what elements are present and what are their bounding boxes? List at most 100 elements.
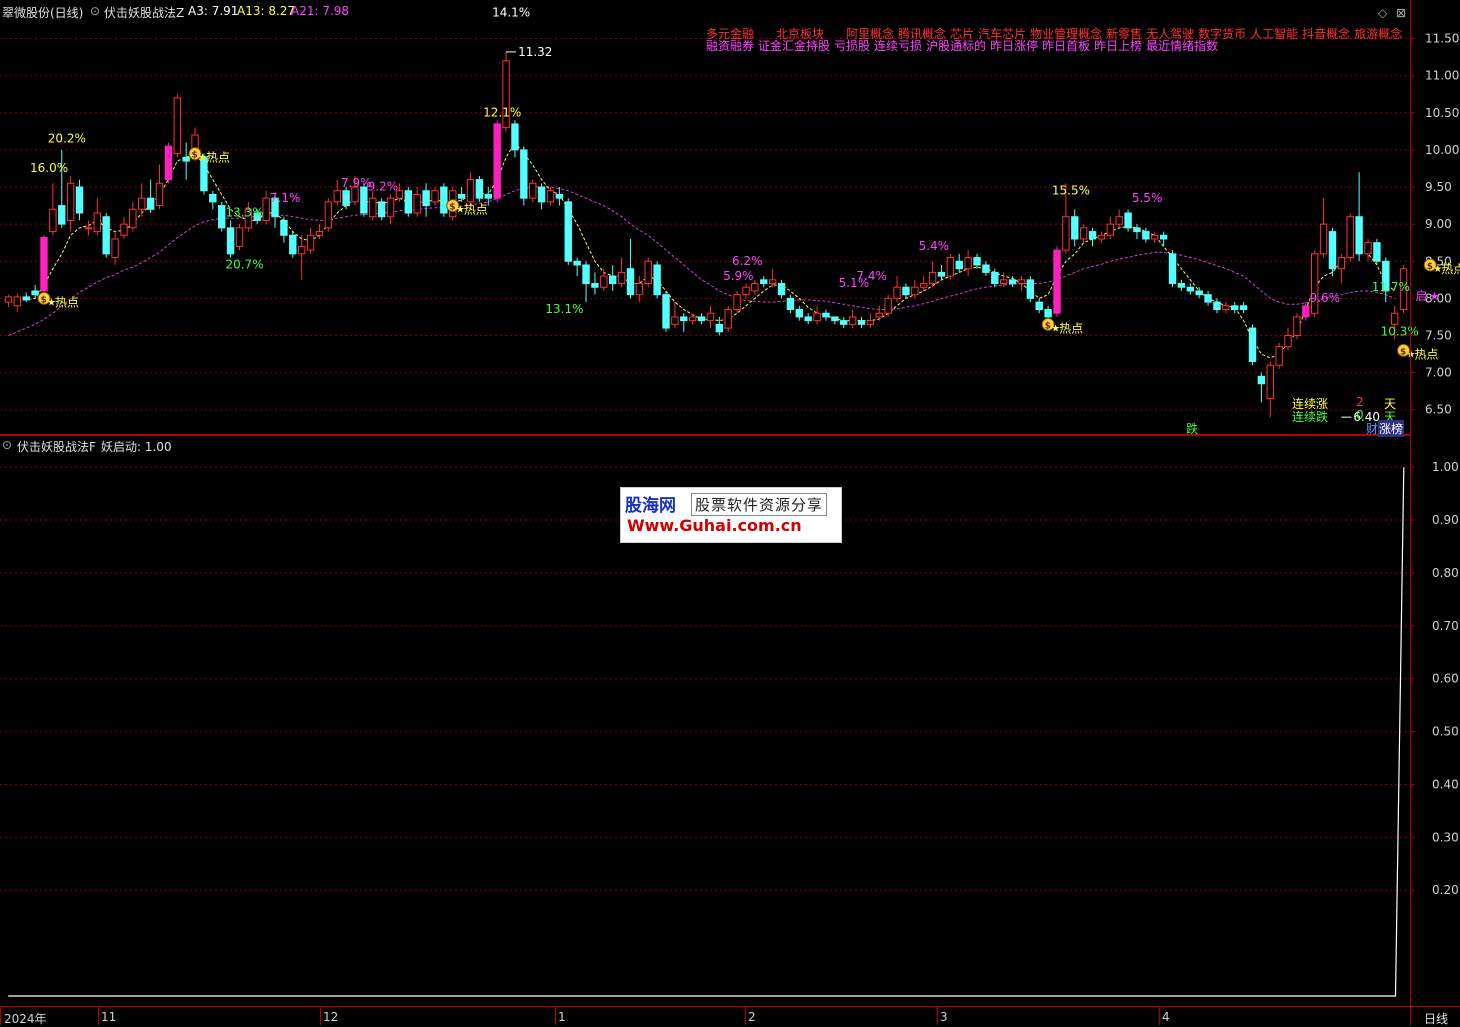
candle-body xyxy=(333,190,341,203)
candle-body xyxy=(431,190,439,203)
concept-tags-line2: 融资融券 证金汇金持股 亏损股 连续亏损 沪股通标的 昨日涨停 昨日首板 昨日上榜 最近情绪指数 xyxy=(706,37,1222,54)
candle-body xyxy=(680,316,688,322)
concept-tag[interactable]: 昨日上榜 xyxy=(1094,39,1142,53)
y-tick-label: 7.50 xyxy=(1425,328,1452,342)
candle-body xyxy=(138,197,146,210)
candle-body xyxy=(520,149,528,199)
candle-body xyxy=(1275,346,1283,366)
concept-tag[interactable]: 昨日首板 xyxy=(1042,39,1090,53)
candle-body xyxy=(289,234,297,255)
y-tick-label: 11.00 xyxy=(1425,69,1459,83)
candle-body xyxy=(848,316,857,325)
candle-body xyxy=(218,205,226,229)
candle-body xyxy=(831,316,839,322)
pct-annotation: 5.5% xyxy=(1132,191,1163,205)
candle-body xyxy=(1390,312,1399,325)
pct-annotation: 20.2% xyxy=(48,131,86,145)
candle-body xyxy=(1062,216,1070,251)
candle-body xyxy=(582,264,590,285)
a13-value: A13: 8.27 xyxy=(237,4,296,18)
candle-body xyxy=(22,296,30,301)
candle-body xyxy=(1008,279,1017,285)
candle-body xyxy=(1017,279,1026,285)
candle-body xyxy=(1053,249,1061,314)
close-panel-icon[interactable]: ⊠ xyxy=(1396,6,1406,20)
candle-body xyxy=(1151,234,1159,240)
candle-body xyxy=(777,283,786,296)
candle-body xyxy=(315,231,324,236)
concept-tag[interactable]: 融资融券 xyxy=(706,39,754,53)
candle-body xyxy=(1239,305,1248,311)
concept-tag[interactable]: 最近情绪指数 xyxy=(1146,39,1218,53)
candle-body xyxy=(1337,257,1346,270)
candle-body xyxy=(840,320,848,325)
stock-title[interactable]: 翠微股份(日线) xyxy=(2,4,83,21)
y-tick-label: 0.90 xyxy=(1432,513,1459,527)
candle-body xyxy=(742,286,750,296)
gainers-list-label[interactable]: 涨榜 xyxy=(1378,420,1405,437)
pct-annotation: 20.7% xyxy=(225,258,263,272)
candle-body xyxy=(982,264,990,273)
candle-body xyxy=(866,320,875,325)
candle-body xyxy=(1195,290,1203,296)
watermark-logo: 股海网 xyxy=(625,496,676,516)
candle-body xyxy=(697,316,706,322)
pct-annotation: 9.6% xyxy=(1310,291,1341,305)
candle-body xyxy=(422,190,430,207)
concept-tag[interactable]: 证金汇金持股 xyxy=(758,39,830,53)
concept-tag[interactable]: 亏损股 xyxy=(834,39,870,53)
candle-body xyxy=(111,238,119,259)
concept-tag[interactable]: 连续亏损 xyxy=(874,39,922,53)
candle-body xyxy=(804,316,812,322)
candle-body xyxy=(946,257,955,277)
pct-annotation: 15.5% xyxy=(1052,183,1090,197)
candle-body xyxy=(146,197,155,210)
indicator-settings-icon[interactable]: ⊙ xyxy=(90,4,100,18)
pct-annotation: 9.2% xyxy=(368,180,399,194)
money-bag-symbol-icon: $ xyxy=(1427,262,1433,272)
consecutive-down-value: 0 xyxy=(1356,408,1364,422)
candle-body xyxy=(1328,231,1337,270)
indicator-panel-settings-icon[interactable]: ⊙ xyxy=(2,438,12,452)
x-label-nov: 11 xyxy=(101,1010,117,1024)
candle-body xyxy=(1026,279,1035,299)
main-price-chart[interactable]: 6.507.007.508.008.509.009.5010.0010.5011… xyxy=(0,0,1460,435)
money-bag-symbol-icon: $ xyxy=(449,203,455,213)
candle-body xyxy=(555,193,564,199)
y-tick-label: 0.50 xyxy=(1432,725,1459,739)
y-tick-label: 0.40 xyxy=(1432,777,1459,791)
money-bag-symbol-icon: $ xyxy=(40,295,46,305)
candle-body xyxy=(1106,223,1115,236)
watermark-banner: 股海网 股票软件资源分享 Www.Guhai.com.cn xyxy=(620,487,842,543)
candle-body xyxy=(440,186,448,214)
candle-body xyxy=(226,227,235,255)
candle-body xyxy=(1044,309,1052,318)
diamond-icon[interactable]: ◇ xyxy=(1378,6,1387,20)
indicator-name[interactable]: 伏击妖股战法Z xyxy=(104,4,184,21)
candle-body xyxy=(475,179,484,199)
candle-body xyxy=(164,145,173,181)
consecutive-up-value: 2 xyxy=(1356,395,1364,409)
x-label-year: 2024年 xyxy=(4,1012,47,1026)
period-label[interactable]: 日线 xyxy=(1424,1010,1448,1027)
concept-tag[interactable]: 沪股通标的 xyxy=(926,39,986,53)
date-axis: 2024年 11 12 1 2 3 4 日线 xyxy=(0,1006,1460,1027)
candle-body xyxy=(875,312,883,318)
concept-tag[interactable]: 昨日涨停 xyxy=(990,39,1038,53)
concept-tag[interactable]: 旅游概念 xyxy=(1354,27,1402,41)
candle-body xyxy=(324,201,333,229)
indicator-panel-name[interactable]: 伏击妖股战法F xyxy=(17,438,96,455)
candle-body xyxy=(884,297,892,314)
concept-tag[interactable]: 抖音概念 xyxy=(1302,27,1350,41)
candle-body xyxy=(1355,216,1363,255)
candle-body xyxy=(662,294,670,329)
candle-body xyxy=(360,186,368,214)
candle-body xyxy=(706,312,715,322)
candle-body xyxy=(75,186,84,214)
candle-body xyxy=(724,309,732,329)
candle-body xyxy=(608,275,617,285)
pct-annotation: 5.9% xyxy=(723,269,754,283)
x-tick xyxy=(98,1007,99,1025)
concept-tag[interactable]: 人工智能 xyxy=(1250,27,1298,41)
candle-body xyxy=(1079,227,1088,240)
